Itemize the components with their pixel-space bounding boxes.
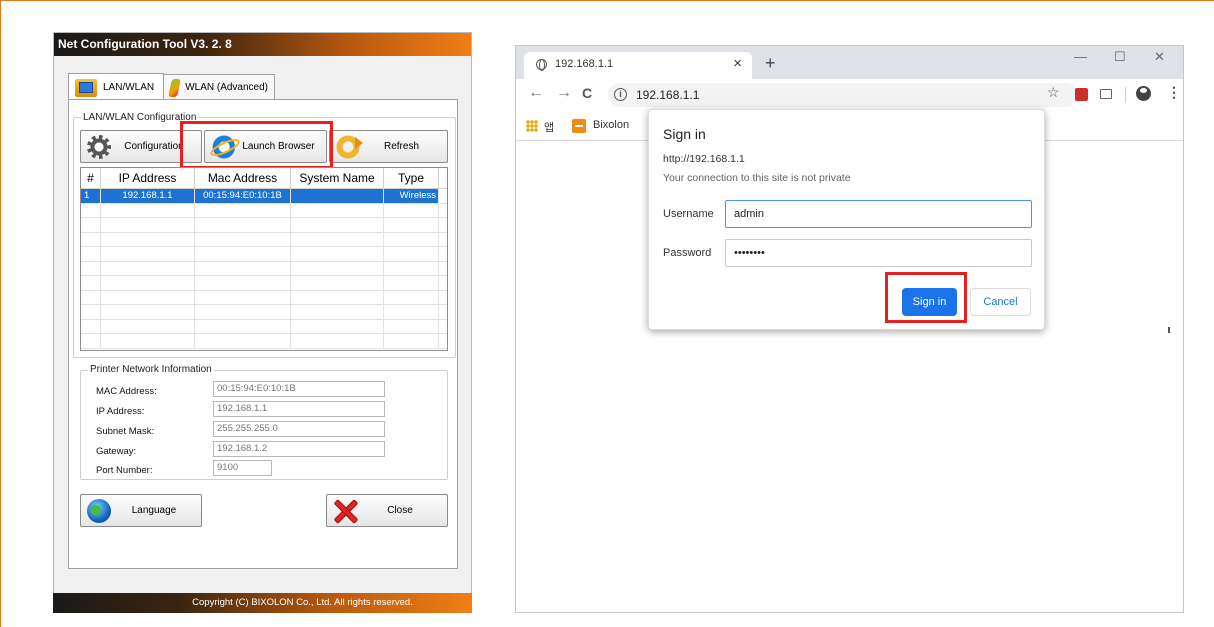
table-row-empty [81,276,447,291]
language-button[interactable]: Language [80,494,202,527]
table-row-empty [81,203,447,218]
close-x-icon [333,499,357,523]
apps-grid-icon[interactable] [526,120,538,132]
config-group-title: LAN/WLAN Configuration [81,112,199,123]
col-header-type[interactable]: Type [384,168,439,188]
username-label: Username [663,208,714,220]
site-info-icon[interactable]: i [614,88,627,101]
reload-icon[interactable]: C [582,85,592,101]
port-number-label: Port Number: [96,465,153,476]
bookmark-star-icon[interactable]: ☆ [1047,84,1060,101]
refresh-icon [336,135,363,159]
col-header-system-name[interactable]: System Name [291,168,384,188]
new-tab-button[interactable]: + [765,54,776,72]
scroll-indicator [1168,327,1170,333]
launch-browser-button[interactable]: Launch Browser [204,130,327,163]
bixolon-bookmark-label[interactable]: Bixolon [593,119,629,131]
pdf-extension-icon[interactable] [1075,88,1088,101]
forward-icon[interactable]: → [556,85,572,101]
configuration-button[interactable]: Configuration [80,130,202,163]
password-label: Password [663,247,712,259]
minimize-icon[interactable]: — [1074,49,1087,64]
cell-mac: 00:15:94:E0:10:1B [195,189,291,203]
refresh-button-label: Refresh [383,141,419,152]
cancel-button[interactable]: Cancel [970,288,1031,316]
dialog-privacy-note: Your connection to this site is not priv… [663,172,851,184]
password-field[interactable]: •••••••• [725,239,1032,267]
col-header-ip[interactable]: IP Address [101,168,195,188]
table-row-empty [81,334,447,349]
menu-kebab-icon[interactable]: ⋮ [1167,85,1181,99]
col-header-mac[interactable]: Mac Address [195,168,291,188]
copyright-footer: Copyright (C) BIXOLON Co., Ltd. All righ… [53,593,472,613]
dialog-title: Sign in [663,126,706,142]
table-row[interactable]: 1 192.168.1.1 00:15:94:E0:10:1B Wireless [81,189,447,204]
ip-address-label: IP Address: [96,406,145,417]
sign-in-button[interactable]: Sign in [902,288,957,316]
app-title: Net Configuration Tool V3. 2. 8 [54,33,471,56]
close-button-label: Close [387,505,413,516]
browser-tab-bar: 192.168.1.1 × + — ☐ ✕ [516,46,1183,79]
mac-address-field[interactable]: 00:15:94:E0:10:1B [213,381,385,397]
table-row-empty [81,261,447,276]
cell-index: 1 [81,189,101,203]
table-row-empty [81,232,447,247]
toolbar-divider [1125,87,1126,103]
subnet-mask-label: Subnet Mask: [96,426,155,437]
browser-toolbar: ← → C i 192.168.1.1 ☆ ⋮ [516,79,1183,111]
table-row-empty [81,319,447,334]
profile-icon[interactable] [1136,86,1151,101]
dialog-url: http://192.168.1.1 [663,153,745,165]
globe-icon [87,499,111,523]
ip-address-field[interactable]: 192.168.1.1 [213,401,385,417]
configuration-button-label: Configuration [124,141,184,152]
printer-info-title: Printer Network Information [88,364,214,375]
tab-close-icon[interactable]: × [733,56,742,71]
device-list-grid[interactable]: # IP Address Mac Address System Name Typ… [80,167,448,351]
cell-system-name [291,189,384,203]
wlan-advanced-icon [168,78,182,97]
lan-icon [75,78,97,97]
close-button[interactable]: Close [326,494,448,527]
table-row-empty [81,305,447,320]
address-bar[interactable]: i 192.168.1.1 [608,83,1078,107]
gateway-label: Gateway: [96,446,137,457]
launch-browser-button-label: Launch Browser [242,141,315,152]
globe-icon [536,59,547,71]
browser-tab-title: 192.168.1.1 [555,58,614,70]
window-close-icon[interactable]: ✕ [1154,49,1165,65]
url-text: 192.168.1.1 [636,88,700,102]
cell-ip: 192.168.1.1 [101,189,195,203]
back-icon[interactable]: ← [528,85,544,101]
cell-type: Wireless [384,189,439,203]
tab-wlan-advanced-label: WLAN (Advanced) [185,82,268,93]
username-field[interactable]: admin [725,200,1032,228]
table-row-empty [81,218,447,233]
tab-wlan-advanced[interactable]: WLAN (Advanced) [163,74,275,100]
browser-tab[interactable]: 192.168.1.1 × [524,52,752,79]
subnet-mask-field[interactable]: 255.255.255.0 [213,421,385,437]
gateway-field[interactable]: 192.168.1.2 [213,441,385,457]
apps-bookmark-label[interactable]: 앱 [544,119,554,135]
table-row-empty [81,247,447,262]
port-number-field[interactable]: 9100 [213,460,272,476]
language-button-label: Language [131,505,177,516]
tab-lan-wlan[interactable]: LAN/WLAN [68,73,164,101]
mac-address-label: MAC Address: [96,386,157,397]
gear-icon [87,135,111,159]
col-header-index[interactable]: # [81,168,101,188]
internet-explorer-icon [211,135,235,159]
bixolon-bookmark-icon[interactable] [572,119,586,133]
grid-header: # IP Address Mac Address System Name Typ… [81,168,447,189]
sign-in-dialog: Sign in http://192.168.1.1 Your connecti… [648,109,1045,330]
maximize-icon[interactable]: ☐ [1114,49,1126,65]
tab-lan-wlan-label: LAN/WLAN [103,82,155,93]
cast-extension-icon[interactable] [1100,89,1112,99]
refresh-button[interactable]: Refresh [329,130,448,163]
table-row-empty [81,290,447,305]
